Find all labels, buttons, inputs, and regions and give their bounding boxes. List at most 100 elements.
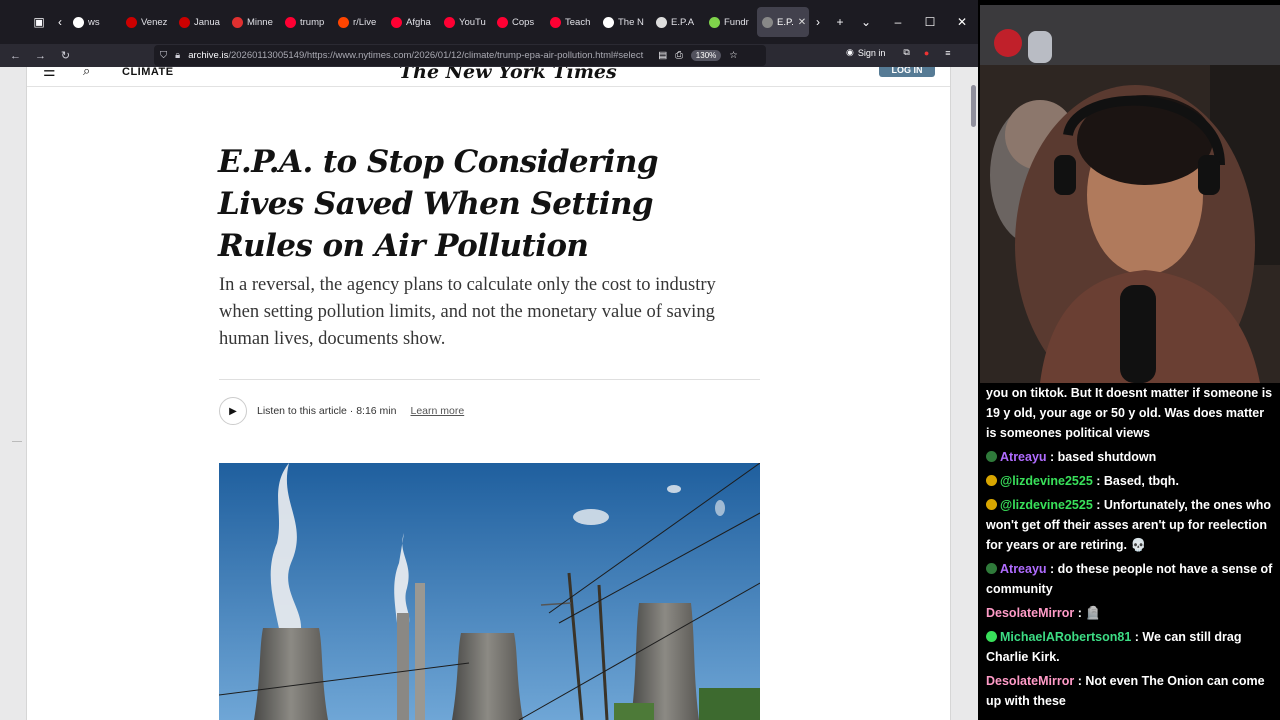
chat-message: DesolateMirror : 🪦 xyxy=(986,603,1277,623)
account-icon: ◉ xyxy=(846,47,854,57)
page-scrollbar[interactable] xyxy=(971,85,976,127)
tab-scroll-left-icon[interactable]: ‹ xyxy=(52,7,68,37)
zoom-level[interactable]: 130% xyxy=(690,50,722,61)
tab-favicon-icon xyxy=(709,16,720,28)
streamer-webcam xyxy=(980,5,1280,383)
browser-tab[interactable]: Janua xyxy=(174,7,226,37)
tab-label: r/Live xyxy=(353,16,377,28)
browser-tab[interactable]: Teach xyxy=(545,7,597,37)
chat-username[interactable]: DesolateMirror xyxy=(986,606,1074,620)
left-edge-marker xyxy=(12,441,22,442)
chat-badge-icon xyxy=(986,475,997,486)
chat-message: you on tiktok. But It doesnt matter if s… xyxy=(986,383,1277,443)
tab-overview-icon[interactable]: ▣ xyxy=(26,7,52,37)
browser-tab[interactable]: YouTu xyxy=(439,7,491,37)
nav-toolbar: ← → ↻ ⛉ 🔒︎ archive.is/20260113005149/htt… xyxy=(0,44,978,67)
reader-view-icon[interactable]: ▤ xyxy=(658,50,667,61)
tab-label: Fundr xyxy=(724,16,749,28)
tab-label: E.P. xyxy=(777,16,794,28)
back-button[interactable]: ← xyxy=(3,44,28,67)
tab-favicon-icon xyxy=(762,16,773,28)
login-button[interactable]: LOG IN xyxy=(879,67,935,77)
tab-favicon-icon xyxy=(338,16,349,28)
chat-message: Atreayu : do these people not have a sen… xyxy=(986,559,1277,599)
chat-badge-icon xyxy=(986,499,997,510)
tab-favicon-icon xyxy=(497,16,508,28)
browser-tab[interactable]: ws xyxy=(68,7,120,37)
chat-text: you on tiktok. But It doesnt matter if s… xyxy=(986,386,1273,440)
chat-badge-icon xyxy=(986,563,997,574)
chat-username[interactable]: @lizdevine2525 xyxy=(1000,474,1093,488)
chat-message: @lizdevine2525 : Unfortunately, the ones… xyxy=(986,495,1277,555)
forward-button[interactable]: → xyxy=(28,44,53,67)
shield-icon[interactable]: ⛉ xyxy=(160,50,167,61)
chat-message: DesolateMirror : Not even The Onion can … xyxy=(986,671,1277,711)
close-window-button[interactable]: ✕ xyxy=(946,7,978,37)
extension-badge-icon[interactable]: ● xyxy=(924,48,929,58)
bookmark-star-icon[interactable]: ☆ xyxy=(729,50,738,61)
browser-tab[interactable]: The N xyxy=(598,7,650,37)
close-tab-icon[interactable]: ✕ xyxy=(798,17,806,28)
lock-icon[interactable]: 🔒︎ xyxy=(175,50,180,61)
url-bar[interactable]: ⛉ 🔒︎ archive.is/20260113005149/https://w… xyxy=(154,45,766,66)
chat-username[interactable]: @lizdevine2525 xyxy=(1000,498,1093,512)
chat-message: @lizdevine2525 : Based, tbqh. xyxy=(986,471,1277,491)
browser-tab[interactable]: Cops xyxy=(492,7,544,37)
tab-scroll-right-icon[interactable]: › xyxy=(809,7,827,37)
minimize-button[interactable]: – xyxy=(882,7,914,37)
browser-tab[interactable]: trump xyxy=(280,7,332,37)
tab-label: Venez xyxy=(141,16,168,28)
nyt-logo[interactable]: The New York Times xyxy=(399,67,617,83)
tab-favicon-icon xyxy=(444,16,455,28)
learn-more-link[interactable]: Learn more xyxy=(410,405,464,417)
tab-favicon-icon xyxy=(179,16,190,28)
tab-label: ws xyxy=(88,16,100,28)
chat-username[interactable]: Atreayu xyxy=(1000,562,1047,576)
chat-username[interactable]: Atreayu xyxy=(1000,450,1047,464)
maximize-button[interactable]: ☐ xyxy=(914,7,946,37)
browser-tab[interactable]: Fundr xyxy=(704,7,756,37)
extensions-icon[interactable]: ⧉ xyxy=(903,47,909,58)
hamburger-menu-icon[interactable]: ☰ xyxy=(43,67,56,80)
search-icon[interactable]: ⌕ xyxy=(83,67,90,79)
list-all-tabs-icon[interactable]: ⌄ xyxy=(853,7,879,37)
play-icon[interactable]: ▶ xyxy=(219,397,247,425)
article-summary: In a reversal, the agency plans to calcu… xyxy=(219,275,716,349)
tab-favicon-icon xyxy=(550,16,561,28)
tab-favicon-icon xyxy=(656,16,667,28)
divider xyxy=(219,379,760,380)
app-menu-icon[interactable]: ≡ xyxy=(945,48,950,58)
chat-username[interactable]: MichaelARobertson81 xyxy=(1000,630,1131,644)
tab-label: Teach xyxy=(565,16,591,28)
tab-strip: ws Venez Janua Minne trump r/Live Afgha YouTu Co… xyxy=(68,7,809,37)
nyt-masthead: ☰ ⌕ CLIMATE The New York Times LOG IN xyxy=(27,67,950,87)
listen-label: Listen to this article · 8:16 min xyxy=(257,405,397,417)
reload-button[interactable]: ↻ xyxy=(53,44,78,67)
tab-label: The N xyxy=(618,16,644,28)
tab-bar: ▣ ‹ ws Venez Janua Minne trump r/Live Afgha You… xyxy=(0,0,978,44)
browser-tab[interactable]: E.P.A xyxy=(651,7,703,37)
tab-label: trump xyxy=(300,16,325,28)
browser-tab[interactable]: r/Live xyxy=(333,7,385,37)
section-label[interactable]: CLIMATE xyxy=(122,67,174,78)
new-tab-button[interactable]: + xyxy=(827,7,853,37)
chat-username[interactable]: DesolateMirror xyxy=(986,674,1074,688)
browser-tab[interactable]: E.P. ✕ xyxy=(757,7,809,37)
tab-label: E.P.A xyxy=(671,16,695,28)
chat-badge-icon xyxy=(986,631,997,642)
browser-tab[interactable]: Minne xyxy=(227,7,279,37)
article-headline: E.P.A. to Stop Considering Lives Saved W… xyxy=(218,144,659,264)
screenshot-icon[interactable]: ⎙ xyxy=(675,50,683,61)
stream-chat: you on tiktok. But It doesnt matter if s… xyxy=(980,383,1280,720)
tab-favicon-icon xyxy=(126,16,137,28)
account-signin[interactable]: ◉ Sign in ⧉ ● ≡ xyxy=(846,47,951,58)
signin-label: Sign in xyxy=(857,47,886,58)
tab-label: Afgha xyxy=(406,16,431,28)
browser-tab[interactable]: Venez xyxy=(121,7,173,37)
url-text[interactable]: archive.is/20260113005149/https://www.ny… xyxy=(188,50,650,61)
article-photo xyxy=(219,463,760,720)
chat-text: : 🪦 xyxy=(1074,606,1101,620)
chat-message: MichaelARobertson81 : We can still drag … xyxy=(986,627,1277,667)
browser-tab[interactable]: Afgha xyxy=(386,7,438,37)
tab-label: Cops xyxy=(512,16,535,28)
